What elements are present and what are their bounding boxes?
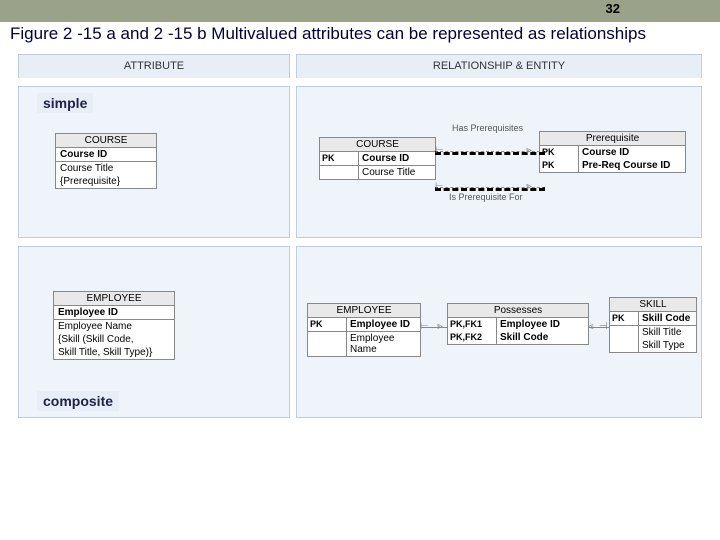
slide-number: 32: [606, 1, 620, 16]
crowsfoot-icon: ⊢: [435, 182, 444, 192]
skill-entity: SKILL PKSkill Code Skill Title Skill Typ…: [609, 297, 697, 353]
attr-row: Pre-Req Course ID: [579, 159, 685, 172]
header-row: ATTRIBUTE RELATIONSHIP & ENTITY: [0, 50, 720, 82]
entity-title: Prerequisite: [540, 132, 685, 146]
employee-attribute-entity: EMPLOYEE Employee ID Employee Name {Skil…: [53, 291, 175, 360]
attribute-header-panel: ATTRIBUTE: [18, 54, 290, 78]
attr-row: Employee ID: [347, 318, 420, 331]
crowsfoot-icon: ⊣: [599, 322, 608, 332]
attr-row: Course ID: [359, 152, 435, 165]
crowsfoot-icon: ⪡: [588, 322, 594, 332]
crowsfoot-icon: ⊢: [435, 146, 444, 156]
entity-title: EMPLOYEE: [308, 304, 420, 318]
simple-row: simple COURSE Course ID Course Title {Pr…: [0, 82, 720, 242]
has-prerequisites-label: Has Prerequisites: [452, 123, 523, 133]
pk-cell: PK: [610, 312, 639, 325]
pk-cell: PK,FK2: [448, 331, 497, 344]
entity-title: EMPLOYEE: [54, 292, 174, 306]
course-entity: COURSE PKCourse ID Course Title: [319, 137, 436, 180]
pk-cell: PK: [308, 318, 347, 331]
entity-title: COURSE: [56, 134, 156, 148]
composite-relationship-panel: EMPLOYEE PKEmployee ID Employee Name Pos…: [296, 246, 702, 418]
attr-row: Employee ID: [497, 318, 588, 331]
prerequisite-entity: Prerequisite PKCourse ID PKPre-Req Cours…: [539, 131, 686, 173]
composite-label: composite: [37, 391, 119, 411]
attr-row: Course ID: [56, 148, 156, 161]
attr-row: {Prerequisite}: [56, 175, 156, 188]
crowsfoot-icon: ⪢: [437, 322, 443, 332]
attr-row: Skill Code: [497, 331, 588, 344]
attr-row: {Skill (Skill Code,: [54, 333, 174, 346]
crowsfoot-icon: ⪢: [526, 182, 532, 192]
simple-attribute-panel: simple COURSE Course ID Course Title {Pr…: [18, 86, 290, 238]
pk-cell: PK,FK1: [448, 318, 497, 331]
entity-title: COURSE: [320, 138, 435, 152]
entity-title: SKILL: [610, 298, 696, 312]
relationship-header-panel: RELATIONSHIP & ENTITY: [296, 54, 702, 78]
employee-entity: EMPLOYEE PKEmployee ID Employee Name: [307, 303, 421, 357]
attr-row: Course Title: [56, 162, 156, 175]
relationship-header: RELATIONSHIP & ENTITY: [297, 55, 701, 79]
attr-row: Skill Type: [639, 339, 696, 352]
pk-cell: PK: [540, 159, 579, 172]
attr-row: Skill Title, Skill Type)}: [54, 346, 174, 359]
simple-label: simple: [37, 93, 93, 113]
is-prerequisite-for-label: Is Prerequisite For: [449, 192, 523, 202]
attr-row: Employee ID: [54, 306, 174, 319]
attr-row: Skill Code: [639, 312, 696, 325]
attr-row: Course Title: [359, 166, 435, 179]
pk-cell: PK: [540, 146, 579, 159]
crowsfoot-icon: ⊢: [420, 322, 429, 332]
possesses-entity: Possesses PK,FK1Employee ID PK,FK2Skill …: [447, 303, 589, 345]
composite-row: EMPLOYEE Employee ID Employee Name {Skil…: [0, 242, 720, 422]
pk-cell: [610, 339, 639, 352]
entity-title: Possesses: [448, 304, 588, 318]
figure-caption: Figure 2 -15 a and 2 -15 b Multivalued a…: [0, 22, 720, 44]
attr-row: Skill Title: [639, 326, 696, 339]
pk-cell: [320, 166, 359, 179]
slide-topbar: 32: [0, 0, 720, 22]
attr-row: Employee Name: [54, 320, 174, 333]
course-attribute-entity: COURSE Course ID Course Title {Prerequis…: [55, 133, 157, 189]
attribute-header: ATTRIBUTE: [19, 55, 289, 79]
attr-row: Employee Name: [347, 332, 420, 356]
pk-cell: [308, 332, 347, 356]
pk-cell: [610, 326, 639, 339]
pk-cell: PK: [320, 152, 359, 165]
attr-row: Course ID: [579, 146, 685, 159]
crowsfoot-icon: ⪢: [526, 146, 532, 156]
simple-relationship-panel: COURSE PKCourse ID Course Title Prerequi…: [296, 86, 702, 238]
composite-attribute-panel: EMPLOYEE Employee ID Employee Name {Skil…: [18, 246, 290, 418]
